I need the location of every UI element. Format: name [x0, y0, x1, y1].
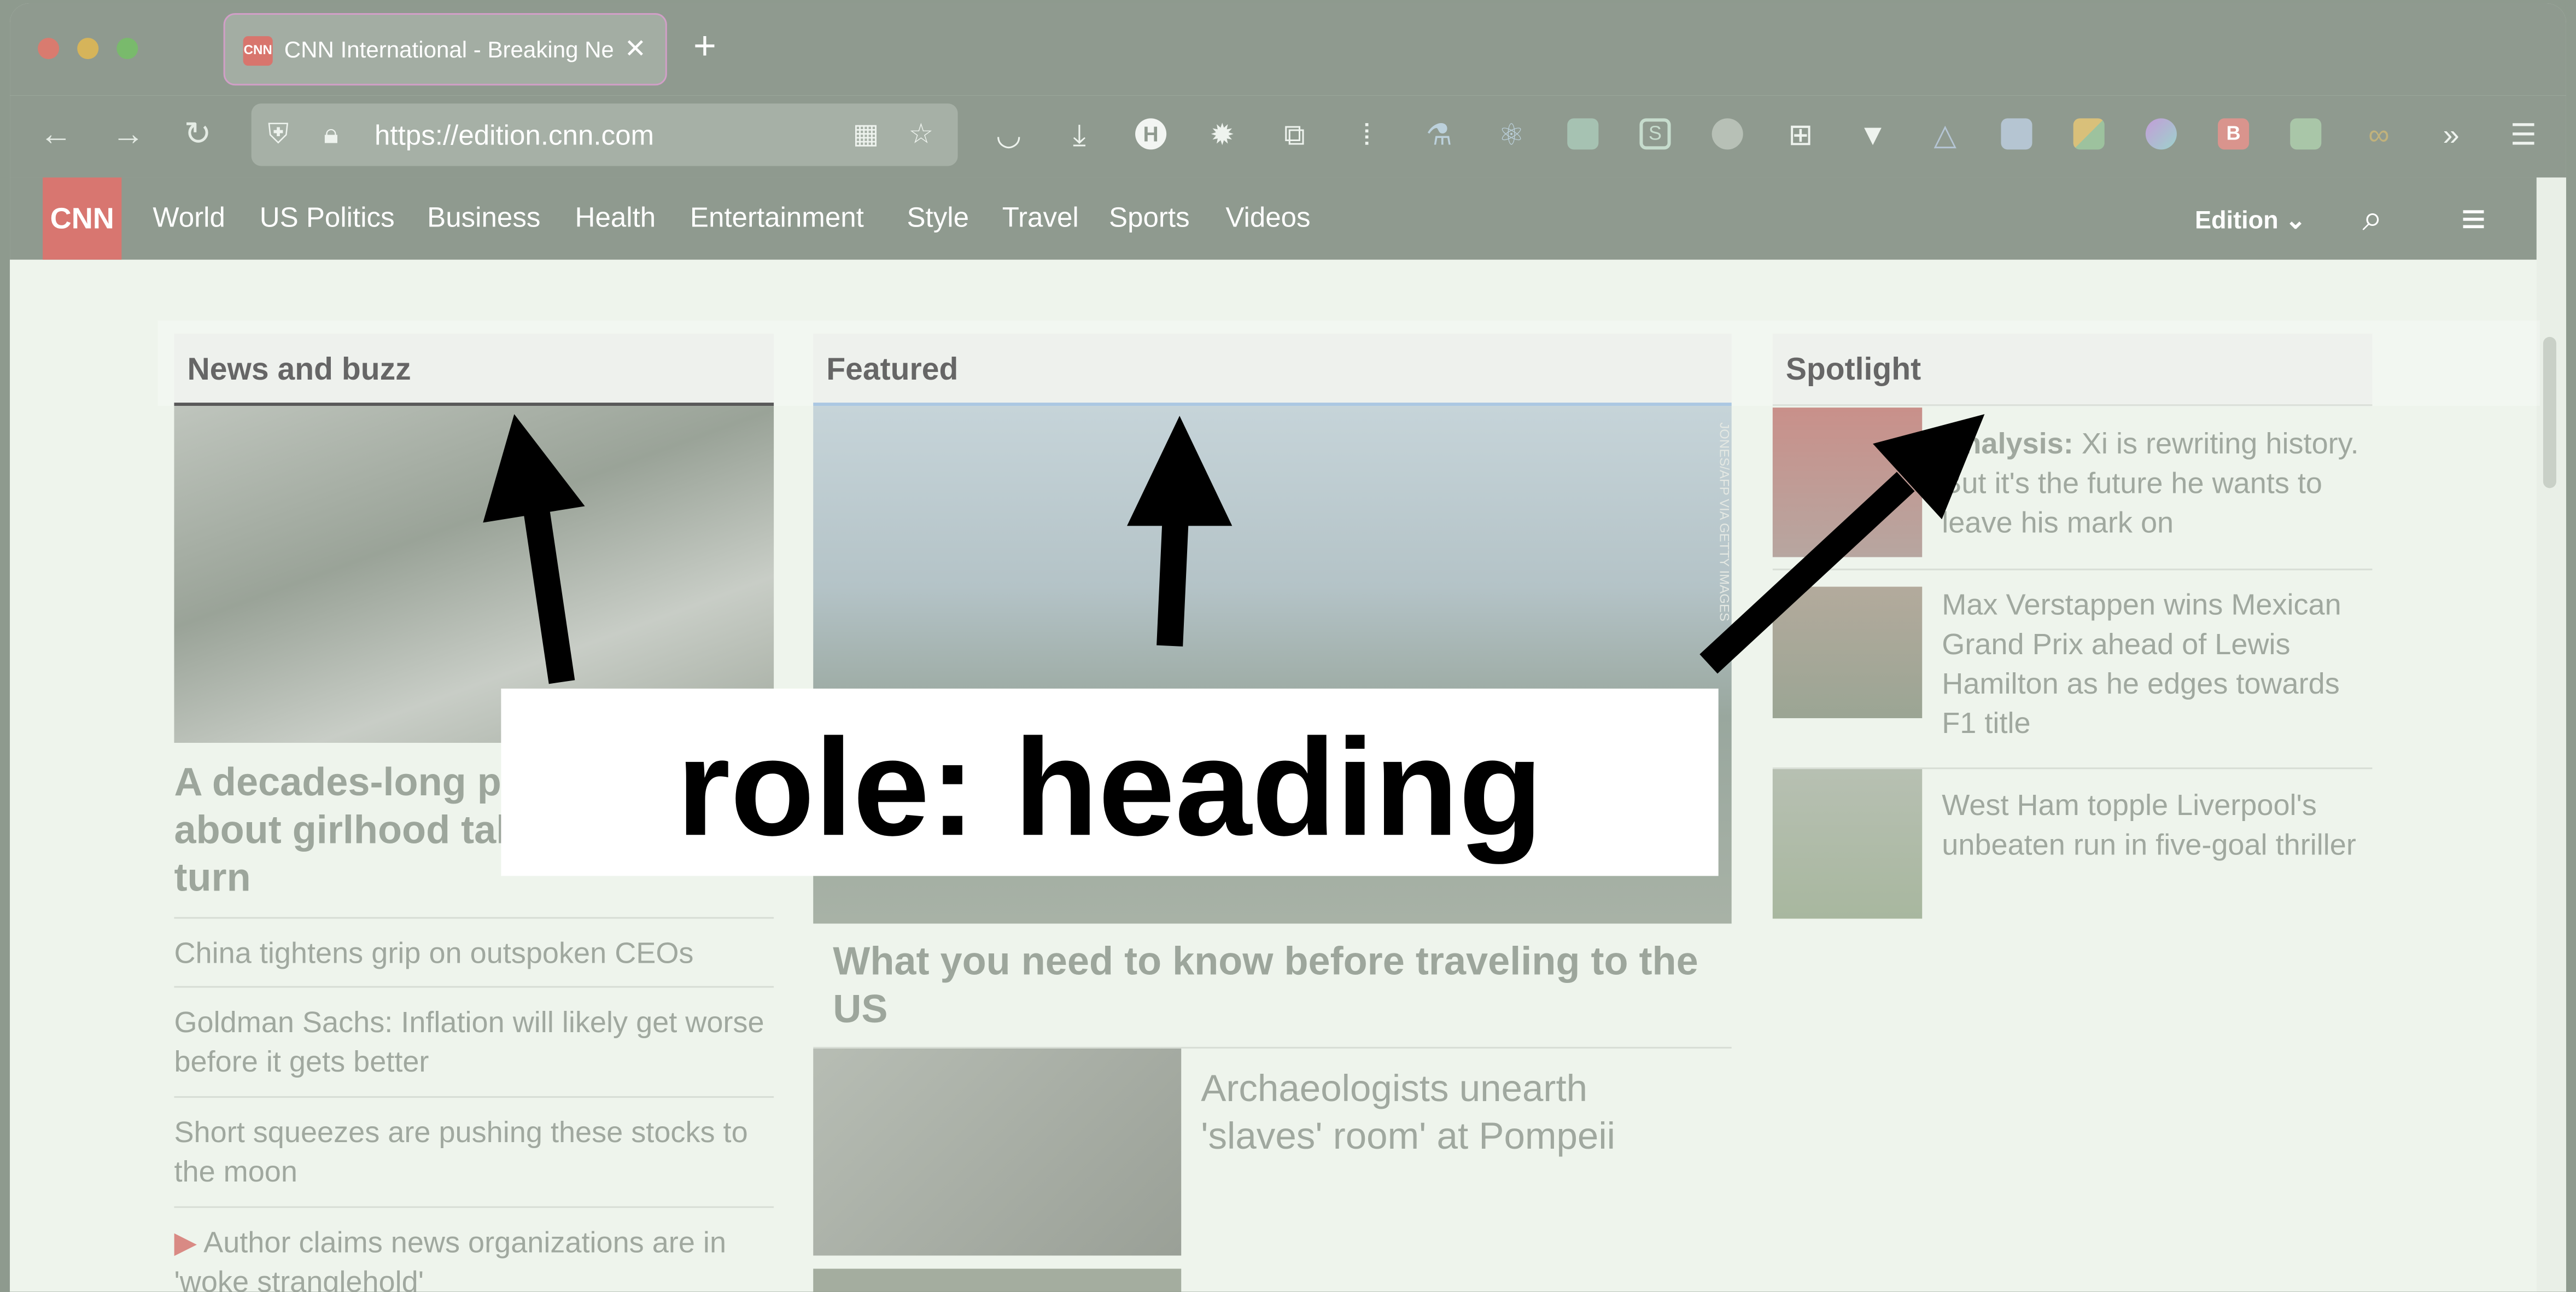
arrow-spotlight-icon	[1699, 414, 1985, 674]
stage: CNN CNN International - Breaking News ✕ …	[0, 0, 2576, 1292]
arrow-news-icon	[483, 414, 585, 684]
screenshot-root: CNN CNN International - Breaking News ✕ …	[0, 0, 2576, 1292]
annotation-arrows	[483, 414, 1985, 684]
arrow-featured-icon	[1127, 416, 1232, 647]
